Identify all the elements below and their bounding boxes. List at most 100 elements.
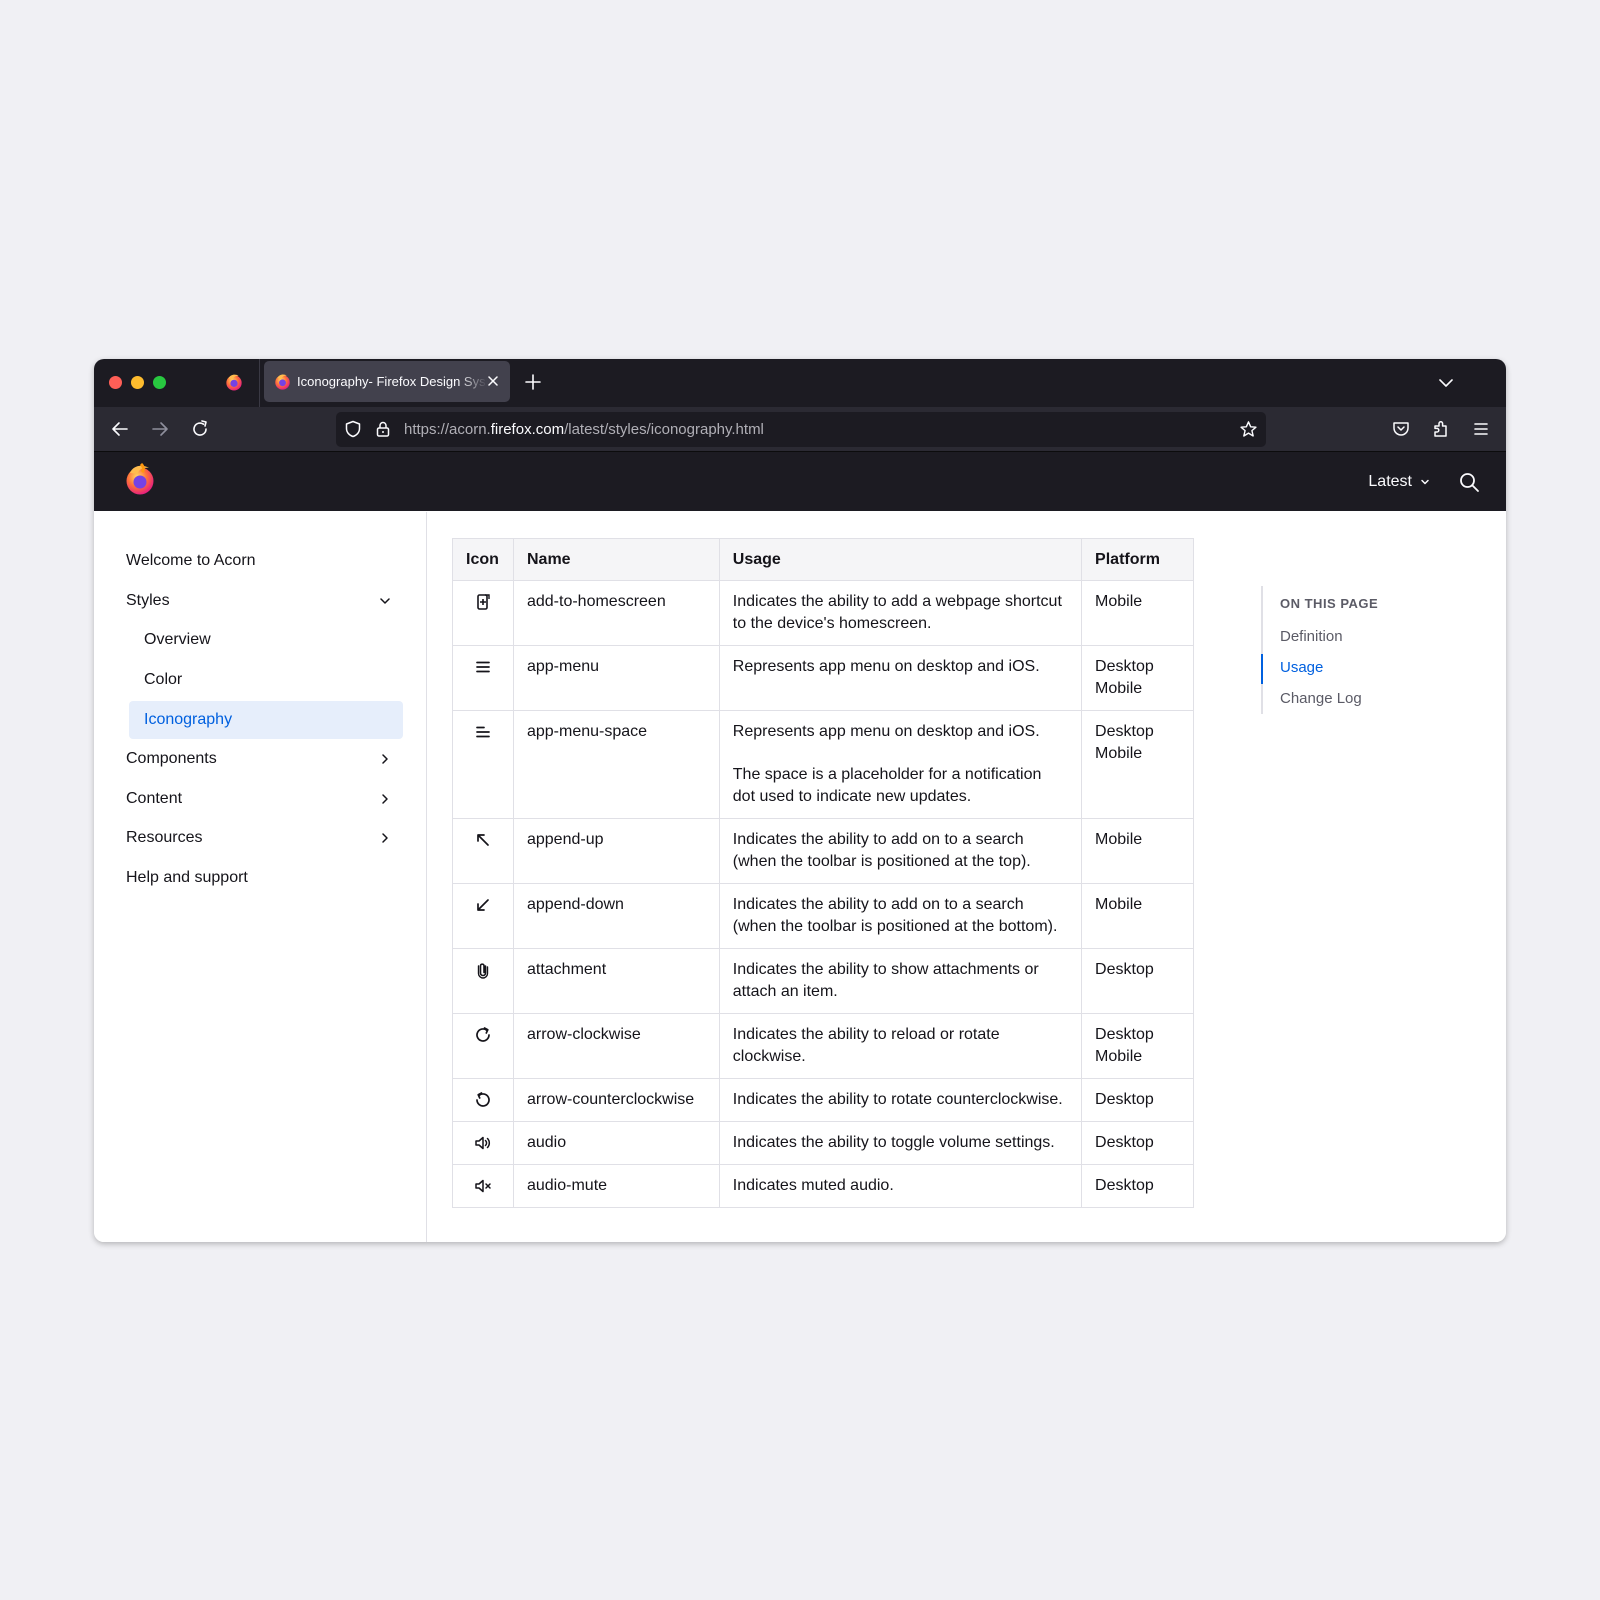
list-all-tabs-icon[interactable] — [1438, 375, 1454, 391]
bookmark-star-icon[interactable] — [1239, 420, 1258, 439]
toc-heading: ON THIS PAGE — [1280, 596, 1379, 611]
pocket-icon[interactable] — [1391, 419, 1411, 439]
icon-usage: Indicates the ability to add a webpage s… — [718, 580, 1083, 646]
toc-active-marker — [1261, 654, 1263, 684]
usage-text: Indicates the ability to reload or rotat… — [732, 1026, 1000, 1065]
address-bar[interactable]: https://acorn.firefox.com/latest/styles/… — [336, 412, 1266, 447]
platform-text: Desktop — [1095, 1177, 1154, 1194]
column-header-icon: Icon — [452, 538, 514, 581]
sidebar-item-styles[interactable]: Styles — [126, 582, 408, 620]
usage-text: Indicates the ability to add on to a sea… — [732, 831, 1031, 870]
table-row: arrow-clockwise Indicates the ability to… — [452, 1013, 1194, 1079]
icon-platform: Desktop — [1081, 1121, 1194, 1165]
sidebar-item-label: Styles — [126, 592, 170, 609]
icon-platform: Mobile — [1081, 580, 1194, 646]
forward-icon[interactable] — [150, 419, 170, 439]
toc-item-usage[interactable]: Usage — [1280, 659, 1323, 676]
sidebar-item-label: Resources — [126, 829, 203, 846]
platform-text: Desktop — [1095, 961, 1154, 978]
usage-text: Indicates muted audio. — [732, 1177, 894, 1194]
icon-name: app-menu — [512, 645, 720, 711]
maximize-window-button[interactable] — [153, 376, 166, 389]
table-row: arrow-counterclockwise Indicates the abi… — [452, 1078, 1194, 1122]
icon-platform: Desktop — [1081, 1164, 1194, 1208]
audio-icon — [475, 1136, 490, 1150]
sidebar-item-color[interactable]: Color — [129, 661, 403, 699]
firefox-logo-icon[interactable] — [124, 463, 156, 495]
icon-name: app-menu-space — [512, 710, 720, 819]
table-row: add-to-homescreen Indicates the ability … — [452, 580, 1194, 646]
icon-platform: Desktop — [1081, 948, 1194, 1014]
sidebar-item-label: Iconography — [144, 711, 233, 728]
icon-usage: Represents app menu on desktop and iOS. — [718, 645, 1083, 711]
platform-text: Desktop — [1095, 658, 1154, 675]
icon-name: arrow-clockwise — [512, 1013, 720, 1079]
tab-title: Iconography- Firefox Design System — [297, 374, 487, 389]
icon-name: add-to-homescreen — [512, 580, 720, 646]
usage-text: The space is a placeholder for a notific… — [732, 766, 1042, 805]
table-row: append-up Indicates the ability to add o… — [452, 818, 1194, 884]
firefox-favicon-icon — [275, 374, 290, 390]
search-icon[interactable] — [1459, 472, 1480, 493]
extensions-icon[interactable] — [1431, 419, 1451, 439]
close-tab-icon[interactable] — [486, 374, 500, 388]
platform-text: Desktop — [1095, 723, 1154, 740]
navigation-toolbar: https://acorn.firefox.com/latest/styles/… — [94, 407, 1506, 452]
table-row: attachment Indicates the ability to show… — [452, 948, 1194, 1014]
icon-platform: Mobile — [1081, 883, 1194, 949]
url-prefix: https://acorn. — [404, 421, 491, 438]
icon-table: Icon Name Usage Platform add-to-homescre… — [452, 538, 1194, 1208]
sidebar-item-content[interactable]: Content — [126, 780, 408, 818]
platform-text: Mobile — [1095, 593, 1143, 610]
sidebar-item-resources[interactable]: Resources — [126, 819, 408, 857]
sidebar-item-label: Overview — [144, 631, 211, 648]
new-tab-icon[interactable] — [524, 373, 542, 391]
app-menu-space-icon — [476, 726, 490, 738]
sidebar-item-help[interactable]: Help and support — [126, 859, 408, 897]
icon-name: arrow-counterclockwise — [512, 1078, 720, 1122]
browser-window: Iconography- Firefox Design System https… — [94, 359, 1506, 1242]
icon-name: append-down — [512, 883, 720, 949]
platform-text: Mobile — [1095, 896, 1143, 913]
minimize-window-button[interactable] — [131, 376, 144, 389]
icon-name: audio — [512, 1121, 720, 1165]
on-this-page-nav: ON THIS PAGE Definition Usage Change Log — [1261, 586, 1461, 714]
tab-separator — [259, 359, 260, 407]
icon-name: audio-mute — [512, 1164, 720, 1208]
arrow-clockwise-icon — [476, 1027, 490, 1042]
toc-item-definition[interactable]: Definition — [1280, 628, 1343, 645]
attachment-icon — [477, 963, 489, 979]
tracking-protection-shield-icon[interactable] — [344, 420, 362, 438]
sidebar-item-label: Help and support — [126, 869, 248, 886]
app-menu-icon — [476, 661, 490, 673]
firefox-view-icon[interactable] — [225, 373, 243, 391]
toc-item-change-log[interactable]: Change Log — [1280, 690, 1362, 707]
table-row: append-down Indicates the ability to add… — [452, 883, 1194, 949]
audio-mute-icon — [475, 1179, 491, 1193]
version-dropdown[interactable]: Latest — [1368, 473, 1430, 491]
arrow-counterclockwise-icon — [476, 1092, 490, 1107]
icon-usage: Represents app menu on desktop and iOS. T… — [718, 710, 1083, 819]
icon-usage: Indicates the ability to toggle volume s… — [718, 1121, 1083, 1165]
close-window-button[interactable] — [109, 376, 122, 389]
page-content: Welcome to Acorn Styles Overview Color I… — [94, 512, 1506, 1242]
table-header-row: Icon Name Usage Platform — [452, 538, 1194, 581]
lock-icon[interactable] — [374, 420, 392, 438]
sidebar-item-components[interactable]: Components — [126, 740, 408, 778]
chevron-down-icon — [1421, 479, 1429, 485]
site-header: Latest — [94, 452, 1506, 511]
reload-icon[interactable] — [190, 419, 210, 439]
icon-usage: Indicates the ability to add on to a sea… — [718, 818, 1083, 884]
sidebar-item-overview[interactable]: Overview — [129, 621, 403, 659]
back-icon[interactable] — [110, 419, 130, 439]
sidebar-item-iconography[interactable]: Iconography — [129, 701, 403, 739]
append-down-icon — [477, 899, 489, 911]
usage-text: Indicates the ability to show attachment… — [732, 961, 1039, 1000]
hamburger-menu-icon[interactable] — [1471, 419, 1491, 439]
sidebar-item-label: Color — [144, 671, 183, 688]
sidebar-item-welcome[interactable]: Welcome to Acorn — [126, 542, 408, 580]
icon-platform: Desktop Mobile — [1081, 1013, 1194, 1079]
usage-text: Represents app menu on desktop and iOS. — [732, 723, 1040, 740]
sidebar-nav: Welcome to Acorn Styles Overview Color I… — [94, 512, 427, 1242]
tab-iconography[interactable]: Iconography- Firefox Design System — [264, 361, 510, 402]
